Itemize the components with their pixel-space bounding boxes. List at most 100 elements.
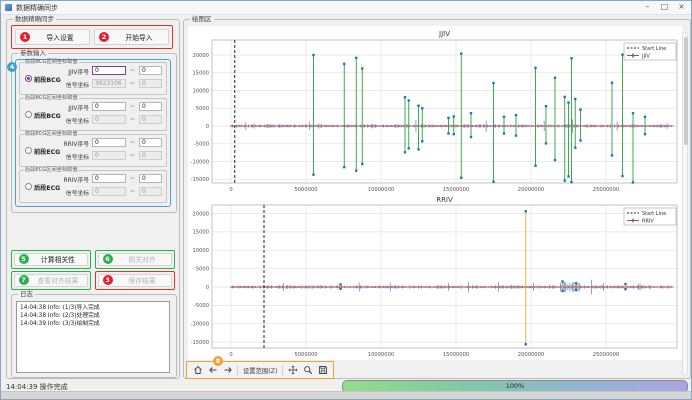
badge-2: 2 (99, 32, 109, 42)
toolbar-separator (282, 365, 283, 375)
row-label: JJIV序号 (56, 103, 89, 112)
view-align-result-button[interactable]: 7 查看对齐结果 (14, 274, 88, 287)
svg-text:-5000: -5000 (194, 142, 209, 148)
correlation-align-label: 相关对齐 (118, 254, 167, 264)
calc-correlation-label: 计算相关性 (34, 254, 83, 264)
rriv-index-from-input[interactable] (92, 174, 126, 183)
minimize-button[interactable]: – (639, 1, 656, 14)
signal-coord-to-input (139, 187, 162, 196)
params-highlight: 4 前段BCG区间坐标取值 前段BCG JJIV序号 ~ 信号坐标 ~ (15, 59, 171, 207)
log-group: 日志 14:04:38 Info: (1/3)导入完成 14:04:38 Inf… (11, 294, 177, 378)
tilde: ~ (130, 80, 135, 87)
badge-3: 3 (103, 275, 113, 285)
charts-svg: JJIV20000150001000050000-5000-10000-1500… (188, 26, 682, 358)
back-icon[interactable] (207, 365, 218, 376)
rear-ecg-radio[interactable] (25, 183, 32, 190)
front-bcg-radio[interactable] (25, 75, 32, 82)
jjiv-index-from-input[interactable] (92, 66, 126, 75)
svg-text:Start Line: Start Line (642, 211, 666, 217)
pan-icon[interactable] (287, 365, 298, 376)
save-icon[interactable] (317, 365, 328, 376)
section-rear-ecg: 后段ECG区间坐标取值 后段ECG RRIV序号 ~ 信号坐标 ~ (19, 170, 167, 203)
row-label: 信号坐标 (56, 116, 89, 125)
plot-toolbar: 8 设置范围(Z) (186, 361, 334, 379)
front-ecg-radio[interactable] (25, 147, 32, 154)
svg-text:0: 0 (206, 124, 209, 130)
row-label: 信号坐标 (56, 80, 89, 89)
signal-coord-from-input (92, 187, 126, 196)
svg-text:Start Line: Start Line (642, 46, 666, 52)
home-icon[interactable] (192, 365, 203, 376)
correlation-align-button[interactable]: 6 相关对齐 (98, 253, 172, 266)
window-bottom-edge (1, 391, 691, 399)
close-button[interactable]: × (673, 1, 690, 14)
left-panel-group: 数据精确同步 1 导入设置 2 开始导入 参数输入 4 前段BCG区间坐标取值 … (6, 19, 180, 379)
scrollbar-thumb[interactable] (684, 37, 688, 145)
import-settings-label: 导入设置 (35, 32, 85, 42)
row-label: 信号坐标 (56, 188, 89, 197)
signal-coord-to-input (139, 79, 162, 88)
save-result-label: 保存结果 (118, 275, 167, 285)
log-entry: 14:04:38 Info: (1/3)导入完成 (17, 302, 169, 312)
tilde: ~ (130, 139, 135, 146)
svg-text:5000: 5000 (196, 106, 209, 112)
forward-icon[interactable] (222, 365, 233, 376)
rriv-index-from-input[interactable] (92, 138, 126, 147)
svg-text:25000000: 25000000 (593, 352, 619, 358)
badge-5: 5 (19, 254, 29, 264)
row-label: 信号坐标 (56, 152, 89, 161)
svg-text:15000000: 15000000 (443, 187, 469, 193)
zoom-icon[interactable] (302, 365, 313, 376)
tilde: ~ (130, 188, 135, 195)
svg-text:JJIV: JJIV (438, 30, 450, 38)
progress-label: 100% (343, 381, 687, 391)
jjiv-index-to-input[interactable] (139, 102, 162, 111)
log-entry: 14:04:38 Info: (2/3)处理完成 (17, 312, 169, 320)
section-front-bcg: 前段BCG区间坐标取值 前段BCG JJIV序号 ~ 信号坐标 ~ (19, 62, 167, 95)
svg-text:20000: 20000 (192, 53, 209, 59)
jjiv-index-to-input[interactable] (139, 66, 162, 75)
svg-text:10000: 10000 (192, 248, 209, 254)
section-title: 前段ECG区间坐标取值 (24, 132, 78, 137)
rear-bcg-radio[interactable] (25, 111, 32, 118)
svg-text:0: 0 (206, 285, 209, 291)
calc-correlation-button[interactable]: 5 计算相关性 (14, 253, 88, 266)
jjiv-index-from-input[interactable] (92, 102, 126, 111)
section-title: 前段BCG区间坐标取值 (24, 60, 79, 65)
import-settings-button[interactable]: 1 导入设置 (15, 29, 90, 45)
svg-text:-10000: -10000 (191, 159, 209, 165)
row-label: RRIV序号 (56, 139, 89, 148)
params-group: 参数输入 4 前段BCG区间坐标取值 前段BCG JJIV序号 ~ 信号坐标 ~ (11, 53, 177, 213)
svg-text:-10000: -10000 (191, 322, 209, 328)
app-window: 数据精确同步 – □ × 数据精确同步 1 导入设置 2 开始导入 参数输入 4 (0, 0, 692, 400)
tilde: ~ (130, 103, 135, 110)
rriv-index-to-input[interactable] (139, 174, 162, 183)
svg-text:5000: 5000 (196, 266, 209, 272)
svg-text:RRIV: RRIV (642, 219, 654, 225)
svg-text:20000000: 20000000 (518, 187, 544, 193)
svg-text:10000000: 10000000 (368, 187, 394, 193)
window-controls: – □ × (639, 1, 690, 14)
signal-coord-to-input (139, 115, 162, 124)
signal-coord-from-input (92, 79, 126, 88)
tilde: ~ (130, 152, 135, 159)
set-range-button[interactable]: 设置范围(Z) (242, 366, 278, 375)
start-import-button[interactable]: 2 开始导入 (94, 29, 169, 45)
svg-text:5000000: 5000000 (294, 187, 317, 193)
rriv-index-to-input[interactable] (139, 138, 162, 147)
plot-vertical-scrollbar[interactable] (682, 32, 688, 376)
section-front-ecg: 前段ECG区间坐标取值 前段ECG RRIV序号 ~ 信号坐标 ~ (19, 134, 167, 167)
svg-text:15000000: 15000000 (443, 352, 469, 358)
view-highlight: 7 查看对齐结果 (11, 271, 91, 290)
log-textarea[interactable]: 14:04:38 Info: (1/3)导入完成 14:04:38 Info: … (16, 301, 170, 373)
svg-text:10000: 10000 (192, 88, 209, 94)
align-highlight: 6 相关对齐 (95, 250, 175, 269)
section-title: 后段ECG区间坐标取值 (24, 168, 78, 173)
tilde: ~ (130, 67, 135, 74)
chart-canvas[interactable]: JJIV20000150001000050000-5000-10000-1500… (188, 26, 682, 360)
svg-text:25000000: 25000000 (593, 187, 619, 193)
save-result-button[interactable]: 3 保存结果 (98, 274, 172, 287)
svg-text:10000000: 10000000 (368, 352, 394, 358)
badge-7: 7 (19, 275, 29, 285)
maximize-button[interactable]: □ (656, 1, 673, 14)
